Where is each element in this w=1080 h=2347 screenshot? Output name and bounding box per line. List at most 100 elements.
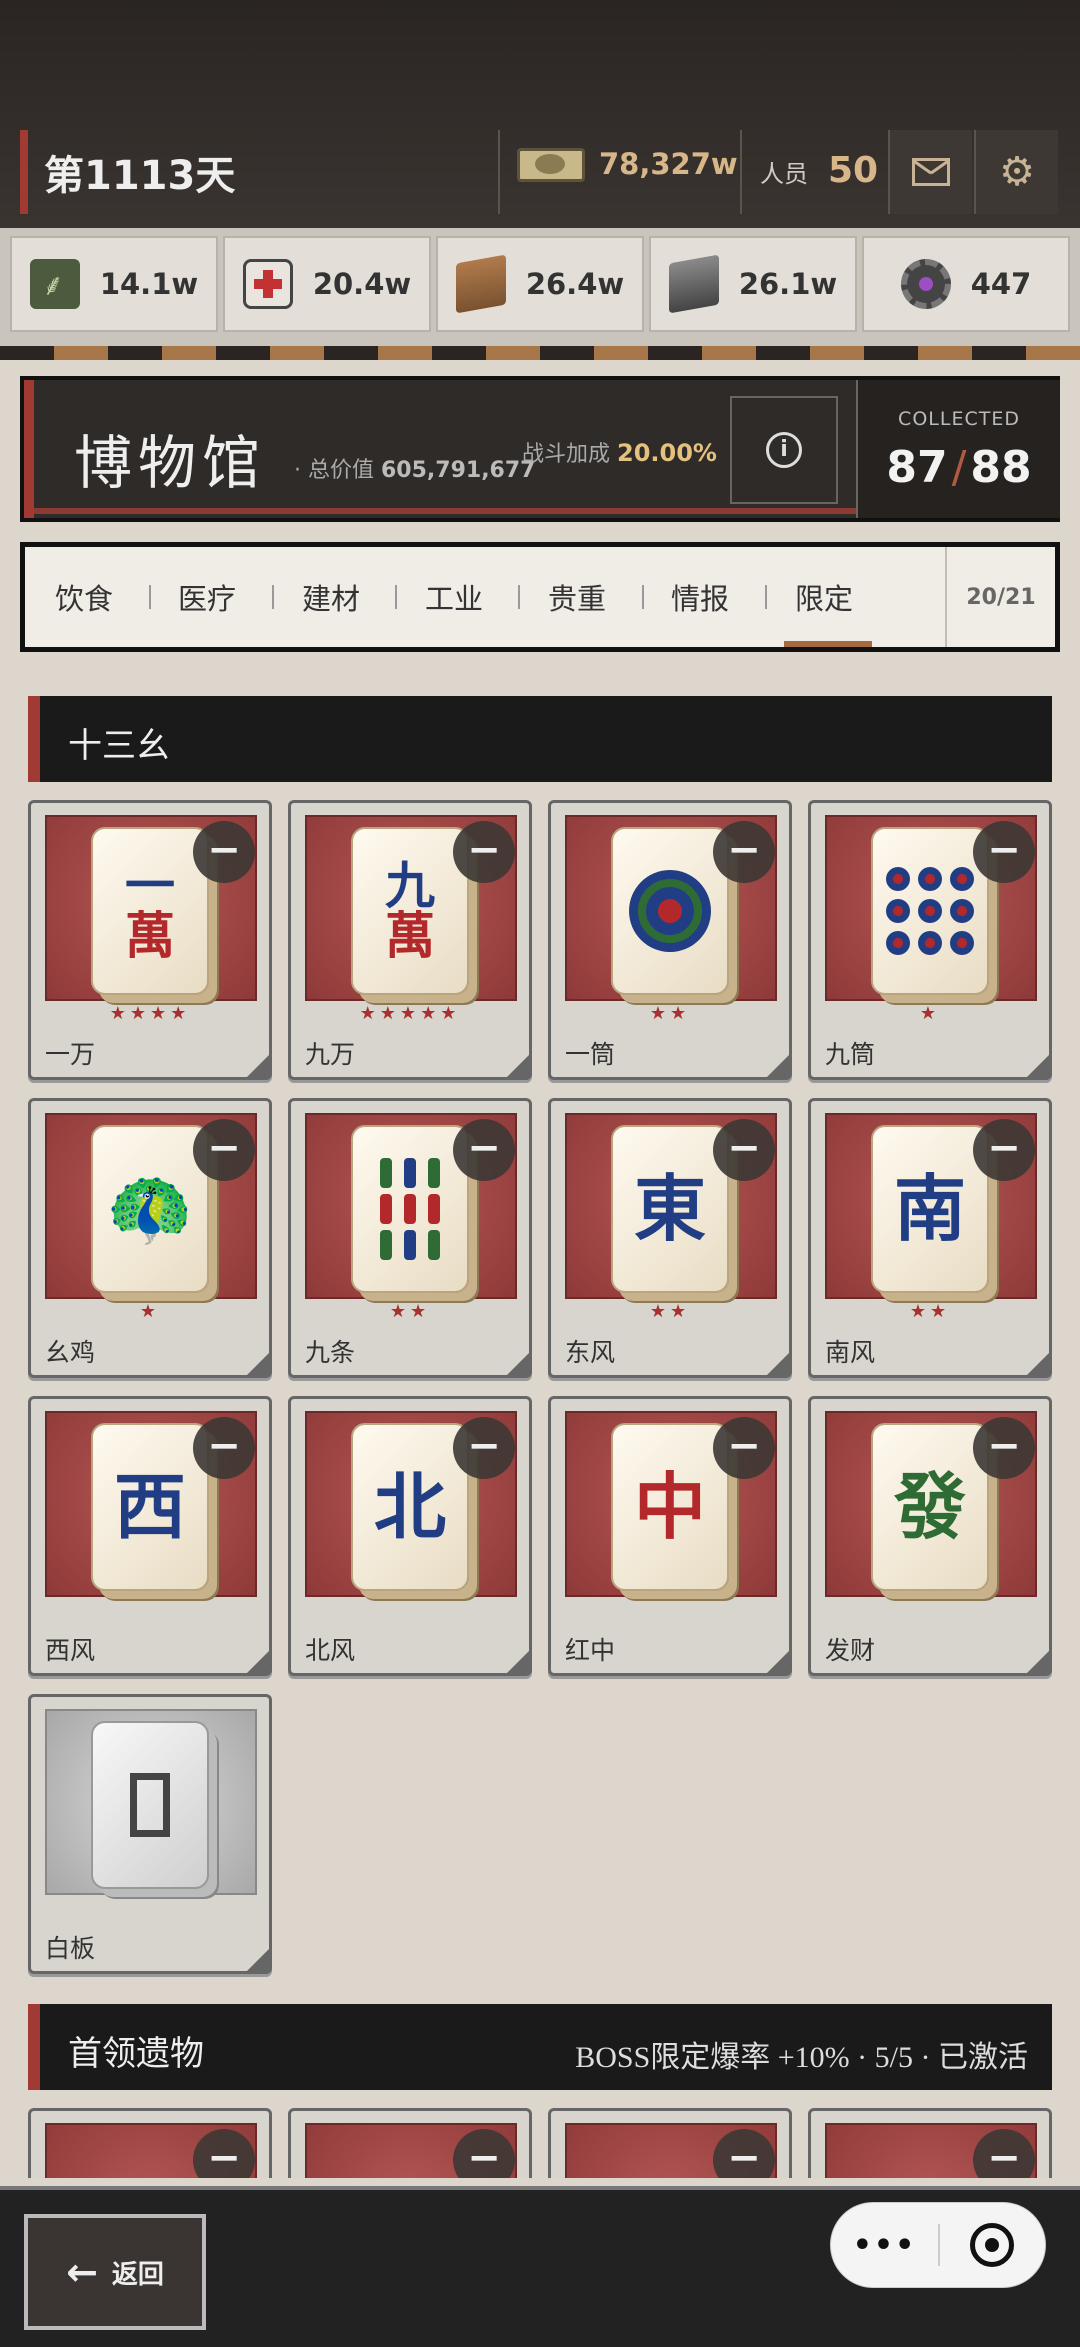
mini-program-capsule: •••: [830, 2202, 1046, 2288]
day-label: 第1113天: [44, 153, 236, 199]
page-title: 博物馆: [74, 429, 267, 497]
more-button[interactable]: •••: [831, 2228, 938, 2263]
remove-button[interactable]: −: [453, 1417, 515, 1479]
tab-progress-count: 20/21: [945, 547, 1055, 647]
remove-button[interactable]: −: [193, 821, 255, 883]
corner-marker: [247, 1055, 269, 1077]
rarity-stars: ★★: [389, 1301, 431, 1322]
corner-marker: [1027, 1353, 1049, 1375]
resource-material[interactable]: 26.4w: [436, 236, 644, 332]
collection-tile[interactable]: 中 − 红中: [548, 1396, 792, 1676]
resource-industry[interactable]: 26.1w: [649, 236, 857, 332]
tab-valuables[interactable]: 贵重: [548, 547, 606, 647]
tab-limited[interactable]: 限定: [795, 547, 853, 647]
collection-tile[interactable]: −: [288, 2108, 532, 2178]
tab-intel[interactable]: 情报: [671, 547, 729, 647]
collection-tile[interactable]: −: [548, 2108, 792, 2178]
accent-underline: [34, 508, 859, 514]
tile-glyph: 一: [125, 856, 175, 915]
tile-glyph: 東: [633, 1166, 706, 1251]
category-tabs: 饮食 医疗 建材 工业 贵重 情报 限定 20/21: [20, 542, 1060, 652]
mahjong-tile-icon: [871, 827, 989, 995]
tile-glyph: 發: [893, 1464, 966, 1549]
nine-bamboo-glyph: [380, 1158, 440, 1260]
remove-button[interactable]: −: [713, 1119, 775, 1181]
collection-tile[interactable]: −: [808, 2108, 1052, 2178]
resource-medical[interactable]: 20.4w: [223, 236, 431, 332]
mail-icon: [912, 158, 950, 186]
tab-materials[interactable]: 建材: [302, 547, 360, 647]
info-button[interactable]: i: [730, 396, 838, 504]
tab-separator: [149, 585, 151, 609]
collection-tile[interactable]: 九 萬 − ★★★★★ 九万: [288, 800, 532, 1080]
back-button[interactable]: ← 返回: [24, 2214, 206, 2330]
remove-button[interactable]: −: [713, 821, 775, 883]
decorative-stripe: [0, 346, 1080, 360]
resource-value: 14.1w: [99, 267, 199, 301]
collection-tile[interactable]: − ★★ 九条: [288, 1098, 532, 1378]
corner-marker: [507, 1353, 529, 1375]
accent-bar: [28, 2004, 40, 2090]
accent-bar: [28, 696, 40, 782]
mahjong-tile-icon: 🦚: [91, 1125, 209, 1293]
bottom-bar: ← 返回 •••: [0, 2186, 1080, 2347]
rarity-stars: ★★★★★: [359, 1003, 461, 1024]
accent-bar: [24, 380, 34, 518]
resource-value: 20.4w: [312, 267, 412, 301]
tile-glyph: 萬: [385, 906, 435, 965]
total-value-label: · 总价值: [294, 458, 374, 483]
close-button[interactable]: [940, 2223, 1045, 2267]
section-header-thirteen-orphans: 十三幺: [28, 696, 1052, 782]
tab-food[interactable]: 饮食: [55, 547, 113, 647]
circle-glyph: [629, 870, 711, 952]
collection-tile[interactable]: −: [28, 2108, 272, 2178]
brick-icon: [455, 254, 506, 314]
active-tab-indicator: [784, 641, 872, 647]
mahjong-tile-icon: [91, 1721, 209, 1889]
combat-bonus-label: 战斗加成: [522, 442, 611, 467]
resource-parts[interactable]: 447: [862, 236, 1070, 332]
staff-value: 50: [828, 150, 879, 191]
gear-part-icon: [900, 259, 951, 309]
tab-separator: [642, 585, 644, 609]
collection-tile[interactable]: 北 − 北风: [288, 1396, 532, 1676]
remove-button[interactable]: −: [193, 1417, 255, 1479]
remove-button[interactable]: −: [973, 1417, 1035, 1479]
remove-button[interactable]: −: [453, 821, 515, 883]
remove-button[interactable]: −: [193, 1119, 255, 1181]
collection-tile[interactable]: − ★★ 一筒: [548, 800, 792, 1080]
collection-tile-locked[interactable]: 白板: [28, 1694, 272, 1974]
tile-glyph: 西: [113, 1464, 186, 1549]
money-value: 78,327w: [599, 147, 738, 181]
tile-name: 红中: [565, 1636, 616, 1665]
collection-tile[interactable]: 🦚 − ★ 幺鸡: [28, 1098, 272, 1378]
collection-tile[interactable]: 東 − ★★ 东风: [548, 1098, 792, 1378]
corner-marker: [247, 1651, 269, 1673]
resource-food[interactable]: 14.1w: [10, 236, 218, 332]
divider: [498, 130, 500, 214]
collection-tile[interactable]: 一 萬 − ★★★★ 一万: [28, 800, 272, 1080]
collection-tile[interactable]: 南 − ★★ 南风: [808, 1098, 1052, 1378]
rarity-stars: ★: [919, 1003, 941, 1024]
remove-button[interactable]: −: [973, 1119, 1035, 1181]
grain-icon: [29, 259, 80, 309]
corner-marker: [1027, 1651, 1049, 1673]
resource-value: 26.1w: [738, 267, 838, 301]
remove-button[interactable]: −: [713, 1417, 775, 1479]
remove-button[interactable]: −: [453, 1119, 515, 1181]
bird-glyph: 🦚: [106, 1167, 194, 1250]
collected-label: COLLECTED: [898, 408, 1020, 430]
tab-industry[interactable]: 工业: [425, 547, 483, 647]
collection-tile[interactable]: 西 − 西风: [28, 1396, 272, 1676]
settings-button[interactable]: ⚙: [974, 130, 1058, 214]
mahjong-tile-icon: [611, 827, 729, 995]
collection-tile[interactable]: 發 − 发财: [808, 1396, 1052, 1676]
collection-tile[interactable]: − ★ 九筒: [808, 800, 1052, 1080]
remove-button[interactable]: −: [973, 821, 1035, 883]
mail-button[interactable]: [888, 130, 972, 214]
combat-bonus: 战斗加成 20.00%: [522, 436, 717, 468]
tab-medical[interactable]: 医疗: [178, 547, 236, 647]
resource-value: 447: [970, 267, 1032, 301]
museum-header: 博物馆 · 总价值 605,791,677 战斗加成 20.00% i COLL…: [20, 376, 1060, 522]
section-title: 首领遗物: [68, 2034, 204, 2074]
